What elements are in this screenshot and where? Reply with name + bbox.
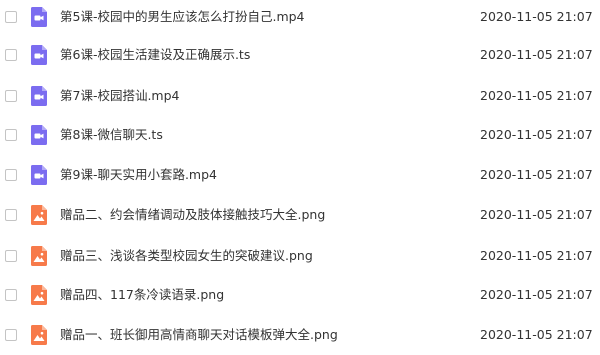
file-name[interactable]: 赠品四、117条冷读语录.png: [60, 280, 224, 310]
file-date: 2020-11-05 21:07: [480, 9, 593, 24]
file-row[interactable]: 第6课-校园生活建设及正确展示.ts 2020-11-05 21:07: [0, 40, 600, 70]
row-checkbox[interactable]: [5, 289, 17, 301]
row-checkbox[interactable]: [5, 209, 17, 221]
file-name[interactable]: 第9课-聊天实用小套路.mp4: [60, 160, 217, 190]
file-date: 2020-11-05 21:07: [480, 47, 593, 62]
file-row[interactable]: 赠品四、117条冷读语录.png 2020-11-05 21:07: [0, 280, 600, 310]
file-name[interactable]: 赠品三、浅谈各类型校园女生的突破建议.png: [60, 241, 313, 271]
file-date: 2020-11-05 21:07: [480, 248, 593, 263]
file-name[interactable]: 第6课-校园生活建设及正确展示.ts: [60, 40, 250, 70]
row-checkbox[interactable]: [5, 250, 17, 262]
row-checkbox[interactable]: [5, 90, 17, 102]
file-name[interactable]: 赠品一、班长御用高情商聊天对话模板弹大全.png: [60, 320, 338, 350]
file-date: 2020-11-05 21:07: [480, 287, 593, 302]
file-name[interactable]: 第8课-微信聊天.ts: [60, 120, 163, 150]
image-icon: [31, 205, 47, 225]
video-icon: [31, 45, 47, 65]
file-row[interactable]: 赠品三、浅谈各类型校园女生的突破建议.png 2020-11-05 21:07: [0, 241, 600, 271]
row-checkbox[interactable]: [5, 169, 17, 181]
video-icon: [31, 7, 47, 27]
file-row[interactable]: 赠品二、约会情绪调动及肢体接触技巧大全.png 2020-11-05 21:07: [0, 200, 600, 230]
file-date: 2020-11-05 21:07: [480, 127, 593, 142]
file-row[interactable]: 第9课-聊天实用小套路.mp4 2020-11-05 21:07: [0, 160, 600, 190]
row-checkbox[interactable]: [5, 11, 17, 23]
row-checkbox[interactable]: [5, 329, 17, 341]
file-row[interactable]: 第7课-校园搭讪.mp4 2020-11-05 21:07: [0, 81, 600, 111]
file-name[interactable]: 第5课-校园中的男生应该怎么打扮自己.mp4: [60, 2, 305, 32]
row-checkbox[interactable]: [5, 129, 17, 141]
video-icon: [31, 86, 47, 106]
file-row[interactable]: 赠品一、班长御用高情商聊天对话模板弹大全.png 2020-11-05 21:0…: [0, 320, 600, 350]
file-name[interactable]: 第7课-校园搭讪.mp4: [60, 81, 180, 111]
image-icon: [31, 285, 47, 305]
row-checkbox[interactable]: [5, 49, 17, 61]
file-date: 2020-11-05 21:07: [480, 167, 593, 182]
file-date: 2020-11-05 21:07: [480, 327, 593, 342]
image-icon: [31, 246, 47, 266]
file-date: 2020-11-05 21:07: [480, 88, 593, 103]
video-icon: [31, 165, 47, 185]
file-name[interactable]: 赠品二、约会情绪调动及肢体接触技巧大全.png: [60, 200, 325, 230]
file-list: 第5课-校园中的男生应该怎么打扮自己.mp4 2020-11-05 21:07 …: [0, 0, 600, 355]
file-row[interactable]: 第5课-校园中的男生应该怎么打扮自己.mp4 2020-11-05 21:07: [0, 2, 600, 32]
file-row[interactable]: 第8课-微信聊天.ts 2020-11-05 21:07: [0, 120, 600, 150]
file-date: 2020-11-05 21:07: [480, 207, 593, 222]
video-icon: [31, 125, 47, 145]
image-icon: [31, 325, 47, 345]
